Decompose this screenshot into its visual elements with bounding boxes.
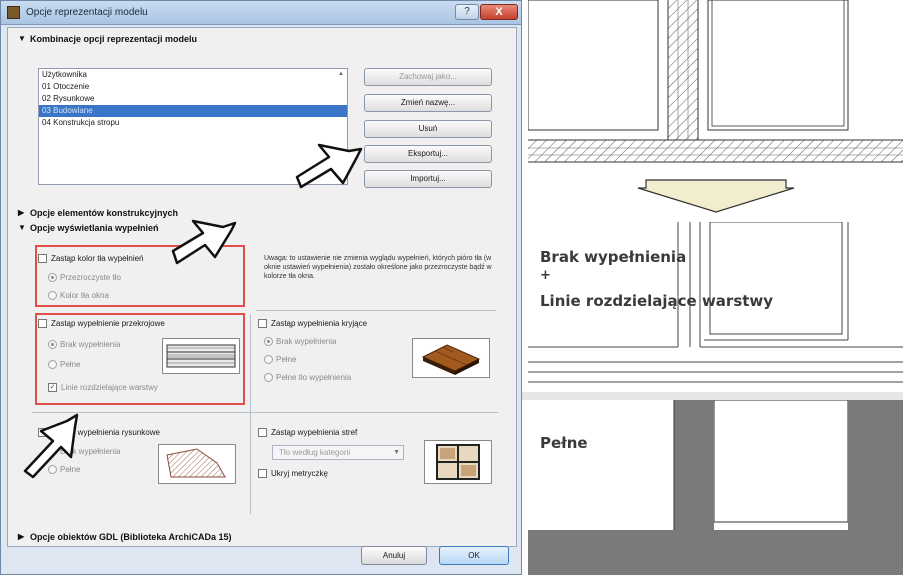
diagram-solid: Pełne xyxy=(528,399,903,575)
cover-bg-solid-radio[interactable]: Pełne tło wypełnienia xyxy=(264,372,351,383)
section-structural-header[interactable]: ▶ Opcje elementów konstrukcyjnych xyxy=(8,206,516,220)
section-fill-display-label: Opcje wyświetlania wypełnień xyxy=(30,223,159,233)
highlight-box xyxy=(35,313,245,405)
label-no-fill: Brak wypełnienia xyxy=(540,248,687,266)
floor-plan-icon xyxy=(436,444,480,480)
diagram-no-fill: Brak wypełnienia + Linie rozdzielające w… xyxy=(528,221,903,392)
diagram-original xyxy=(527,0,903,180)
section-combinations-label: Kombinacje opcji reprezentacji modelu xyxy=(30,34,198,44)
export-button[interactable]: Eksportuj... xyxy=(364,145,492,163)
import-button[interactable]: Importuj... xyxy=(364,170,492,188)
override-drafting-fill-checkbox[interactable]: Zastąp wypełnienia rysunkowe xyxy=(38,427,160,438)
section-structural-label: Opcje elementów konstrukcyjnych xyxy=(30,208,179,218)
section-fill-display-header[interactable]: ▼ Opcje wyświetlania wypełnień xyxy=(8,221,516,235)
triangle-right-icon: ▶ xyxy=(18,208,25,217)
ok-button[interactable]: OK xyxy=(439,546,509,565)
override-zone-fill-checkbox[interactable]: Zastąp wypełnienia stref xyxy=(258,427,357,438)
hatched-shape-icon xyxy=(166,448,226,478)
label-separator-lines: Linie rozdzielające warstwy xyxy=(540,292,774,310)
archicad-app-icon xyxy=(7,6,20,19)
list-item-selected[interactable]: 03 Budowlane xyxy=(39,105,347,117)
label-plus: + xyxy=(540,268,551,283)
hide-metric-checkbox[interactable]: Ukryj metryczkę xyxy=(258,468,328,479)
save-as-button[interactable]: Zachowaj jako... xyxy=(364,68,492,86)
divider xyxy=(250,314,251,514)
zone-fill-preview xyxy=(424,440,492,484)
radio-dot[interactable] xyxy=(264,355,273,364)
hatched-wall-plan-icon xyxy=(527,0,903,180)
cover-fill-preview xyxy=(412,338,490,378)
cancel-button[interactable]: Anuluj xyxy=(361,546,427,565)
title-bar[interactable]: Opcje reprezentacji modelu ? X xyxy=(1,1,521,25)
solid-wall-plan-icon xyxy=(528,399,903,575)
section-gdl-header[interactable]: ▶ Opcje obiektów GDL (Biblioteka ArchiCA… xyxy=(8,530,516,544)
triangle-right-icon: ▶ xyxy=(18,532,25,541)
draft-solid-radio[interactable]: Pełne xyxy=(48,464,80,475)
highlight-box xyxy=(35,245,245,307)
window-title: Opcje reprezentacji modelu xyxy=(26,7,148,18)
radio-dot[interactable] xyxy=(48,465,57,474)
section-combinations-header[interactable]: ▼ Kombinacje opcji reprezentacji modelu xyxy=(8,32,516,46)
triangle-down-icon: ▼ xyxy=(18,34,26,43)
checkbox-box[interactable] xyxy=(38,428,47,437)
checkbox-box[interactable] xyxy=(258,319,267,328)
help-button[interactable]: ? xyxy=(455,4,479,20)
wood-floor-icon xyxy=(421,344,481,375)
label-solid: Pełne xyxy=(540,434,588,452)
zone-fill-category-dropdown[interactable]: Tło według kategorii ▼ xyxy=(272,445,404,460)
draft-no-fill-radio[interactable]: Brak wypełnienia xyxy=(48,446,120,457)
divider xyxy=(32,412,498,413)
list-item[interactable]: 04 Konstrukcja stropu xyxy=(39,117,347,129)
fill-note-text: Uwaga: to ustawienie nie zmienia wyglądu… xyxy=(264,255,492,280)
checkbox-box[interactable] xyxy=(258,469,267,478)
drafting-fill-preview xyxy=(158,444,236,484)
combinations-listbox[interactable]: Użytkownika 01 Otoczenie 02 Rysunkowe 03… xyxy=(38,68,348,185)
divider xyxy=(256,310,496,311)
override-cover-fill-checkbox[interactable]: Zastąp wypełnienia kryjące xyxy=(258,318,367,329)
model-view-options-dialog: Opcje reprezentacji modelu ? X ▼ Kombina… xyxy=(0,0,522,575)
rename-button[interactable]: Zmień nazwę... xyxy=(364,94,492,112)
triangle-down-icon: ▼ xyxy=(18,223,26,232)
section-gdl-label: Opcje obiektów GDL (Biblioteka ArchiCADa… xyxy=(30,532,232,542)
radio-dot[interactable] xyxy=(264,373,273,382)
divider xyxy=(522,392,903,400)
radio-dot[interactable] xyxy=(264,337,273,346)
list-item[interactable]: 01 Otoczenie xyxy=(39,81,347,93)
list-item[interactable]: 02 Rysunkowe xyxy=(39,93,347,105)
down-arrow-icon xyxy=(637,179,795,213)
delete-button[interactable]: Usuń xyxy=(364,120,492,138)
close-button[interactable]: X xyxy=(480,4,518,20)
chevron-down-icon[interactable]: ▼ xyxy=(393,446,400,459)
cover-solid-radio[interactable]: Pełne xyxy=(264,354,296,365)
checkbox-box[interactable] xyxy=(258,428,267,437)
cover-no-fill-radio[interactable]: Brak wypełnienia xyxy=(264,336,336,347)
scroll-up-arrow-icon[interactable]: ▲ xyxy=(336,71,346,81)
list-item[interactable]: Użytkownika xyxy=(39,69,347,81)
radio-dot[interactable] xyxy=(48,447,57,456)
